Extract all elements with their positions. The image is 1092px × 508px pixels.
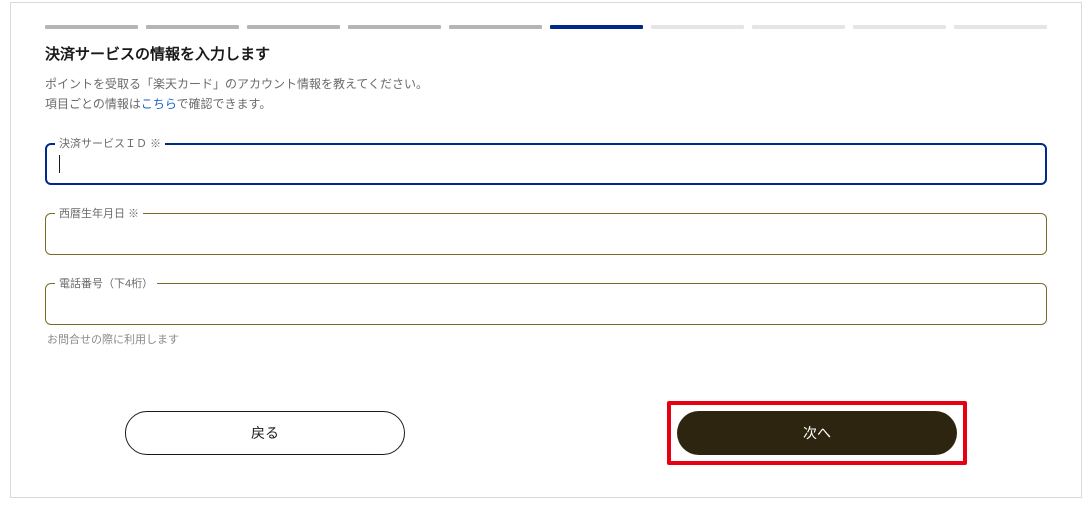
progress-step: [45, 25, 138, 29]
input-phone[interactable]: [45, 283, 1047, 325]
progress-step-current: [550, 25, 643, 29]
progress-step: [853, 25, 946, 29]
progress-step: [146, 25, 239, 29]
label-birthdate: 西暦生年月日 ※: [55, 205, 143, 221]
page-description: ポイントを受取る「楽天カード」のアカウント情報を教えてください。 項目ごとの情報…: [45, 74, 1047, 115]
progress-step: [954, 25, 1047, 29]
desc-line2-suffix: で確認できます。: [177, 97, 272, 111]
input-service-id[interactable]: [45, 143, 1047, 185]
next-button[interactable]: 次へ: [677, 411, 957, 455]
desc-line1: ポイントを受取る「楽天カード」のアカウント情報を教えてください。: [45, 77, 428, 91]
next-button-highlight: 次へ: [667, 401, 967, 465]
desc-link[interactable]: こちら: [141, 97, 177, 111]
input-birthdate[interactable]: [45, 213, 1047, 255]
progress-step: [449, 25, 542, 29]
action-row: 戻る 次へ: [45, 401, 1047, 465]
progress-step: [247, 25, 340, 29]
progress-step: [651, 25, 744, 29]
helper-phone: お問合せの際に利用します: [47, 331, 1047, 347]
progress-step: [752, 25, 845, 29]
back-button[interactable]: 戻る: [125, 411, 405, 455]
progress-step: [348, 25, 441, 29]
label-phone: 電話番号（下4桁）: [55, 275, 157, 291]
page-title: 決済サービスの情報を入力します: [45, 43, 1047, 64]
form-frame: 決済サービスの情報を入力します ポイントを受取る「楽天カード」のアカウント情報を…: [10, 2, 1082, 498]
progress-bar: [45, 25, 1047, 29]
field-birthdate: 西暦生年月日 ※: [45, 213, 1047, 255]
desc-line2-prefix: 項目ごとの情報は: [45, 97, 141, 111]
text-cursor: [59, 155, 60, 173]
field-phone: 電話番号（下4桁）: [45, 283, 1047, 325]
field-service-id: 決済サービスＩＤ ※: [45, 143, 1047, 185]
label-service-id: 決済サービスＩＤ ※: [55, 135, 165, 151]
